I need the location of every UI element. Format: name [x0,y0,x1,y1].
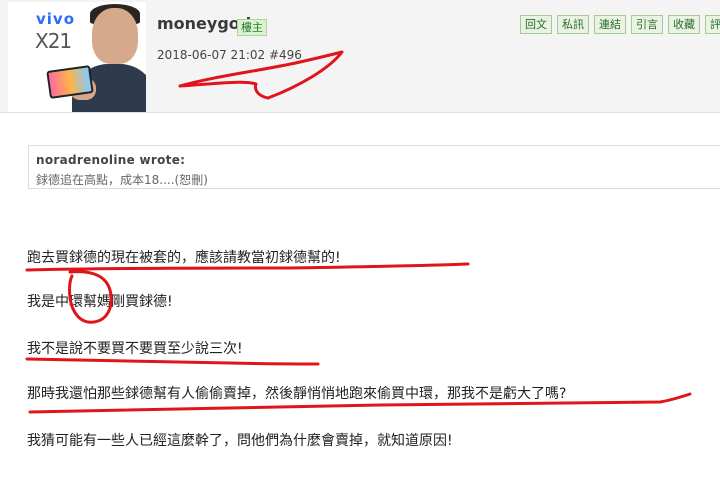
link-button[interactable]: 連結 [594,15,626,34]
rate-button[interactable]: 評分 [705,15,720,34]
avatar-brand: vivo [36,10,76,28]
avatar-face [92,8,138,64]
annotation-underline-line3 [25,357,320,366]
quote-block: noradrenoline wrote: 銶德追在高點，成本18....(恕刪) [28,145,720,189]
avatar-model: X21 [35,29,72,53]
post-header: vivo X21 moneygod 樓主 2018-06-07 21:02 #4… [0,0,720,113]
quote-text: 銶德追在高點，成本18....(恕刪) [36,173,208,187]
post-line-2: 我是中環幫媽剛買銶德! [27,294,173,310]
post-actions: 回文 私訊 連結 引言 收藏 評分 [520,15,720,34]
quote-button[interactable]: 引言 [631,15,663,34]
private-message-button[interactable]: 私訊 [557,15,589,34]
post-line-3: 我不是說不要買不要買至少說三次! [27,341,243,357]
quote-author: noradrenoline wrote: [36,153,186,167]
avatar[interactable]: vivo X21 [8,2,146,112]
author-badge: 樓主 [237,19,267,36]
favorite-button[interactable]: 收藏 [668,15,700,34]
post-line-5: 我猜可能有一些人已經這麼幹了，問他們為什麼會賣掉，就知道原因! [27,433,453,449]
post-timestamp[interactable]: 2018-06-07 21:02 #496 [157,48,302,62]
post-line-4: 那時我還怕那些銶德幫有人偷偷賣掉，然後靜悄悄地跑來偷買中環，那我不是虧大了嗎? [27,386,567,402]
reply-button[interactable]: 回文 [520,15,552,34]
post-line-1: 跑去買銶德的現在被套的，應該請教當初銶德幫的! [27,250,341,266]
